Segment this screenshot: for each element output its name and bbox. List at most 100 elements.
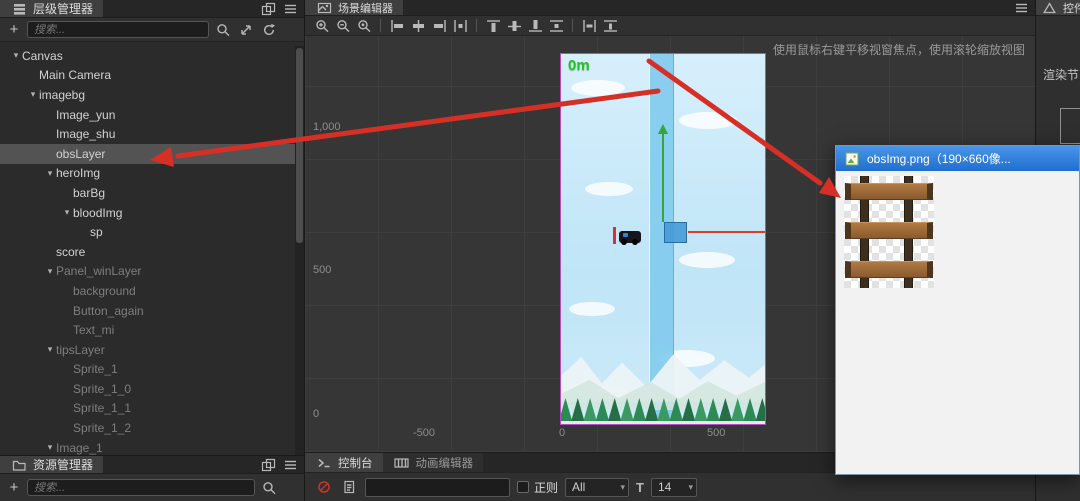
- zoom-in-icon[interactable]: [313, 18, 331, 34]
- refresh-icon[interactable]: [260, 22, 278, 38]
- render-node-label: 渲染节: [1043, 68, 1080, 82]
- cloud-sprite: [585, 182, 633, 196]
- hierarchy-search-input[interactable]: [27, 21, 209, 38]
- assets-header-icons: [259, 456, 304, 473]
- tree-item-tipslayer[interactable]: ▾ tipsLayer: [0, 340, 295, 360]
- trees-layer: [561, 392, 765, 424]
- scrollbar-thumb[interactable]: [296, 48, 303, 243]
- distribute-h-icon[interactable]: [451, 18, 469, 34]
- stretch-v-icon[interactable]: [601, 18, 619, 34]
- zoom-reset-icon[interactable]: [355, 18, 373, 34]
- tree-item-panel-winlayer[interactable]: ▾ Panel_winLayer: [0, 262, 295, 282]
- tab-console[interactable]: 控制台: [305, 453, 383, 472]
- tree-expand-arrow[interactable]: ▾: [44, 442, 56, 453]
- tree-item-label: Text_mi: [73, 323, 115, 338]
- font-size-select[interactable]: 14 ▾: [650, 477, 697, 497]
- tree-item-sprite-1-0[interactable]: Sprite_1_0: [0, 379, 295, 399]
- assets-search-input[interactable]: [27, 479, 255, 496]
- chevron-down-icon: ▾: [688, 481, 693, 492]
- align-center-h-icon[interactable]: [409, 18, 427, 34]
- panel-menu-icon[interactable]: [281, 457, 299, 473]
- ruler-label-y: 1,000: [313, 121, 341, 133]
- tree-item-main-camera[interactable]: Main Camera: [0, 66, 295, 86]
- transparency-checker: [844, 176, 934, 288]
- align-right-icon[interactable]: [430, 18, 448, 34]
- stretch-h-icon[interactable]: [580, 18, 598, 34]
- popout-icon[interactable]: [259, 1, 277, 17]
- cloud-sprite: [679, 252, 735, 268]
- font-size-icon[interactable]: T: [636, 480, 644, 495]
- tree-item-text-mi[interactable]: Text_mi: [0, 320, 295, 340]
- tree-item-label: Panel_winLayer: [56, 264, 142, 279]
- popup-titlebar[interactable]: obsImg.png（190×660像...: [836, 146, 1079, 171]
- align-middle-icon[interactable]: [505, 18, 523, 34]
- gizmo-y-axis[interactable]: [662, 134, 664, 222]
- add-node-button[interactable]: +: [6, 21, 22, 39]
- tree-item-barbg[interactable]: barBg: [0, 183, 295, 203]
- log-level-select[interactable]: All ▾: [565, 477, 630, 497]
- tree-item-label: Sprite_1_0: [73, 381, 132, 396]
- scene-toolbar: [305, 16, 1035, 36]
- tree-item-obslayer[interactable]: obsLayer: [0, 143, 295, 164]
- tree-expand-arrow[interactable]: ▾: [61, 207, 73, 218]
- selected-obstacle-box[interactable]: [664, 222, 687, 243]
- tab-widget[interactable]: 控件: [1036, 0, 1080, 15]
- tree-expand-arrow[interactable]: ▾: [44, 266, 56, 277]
- hierarchy-scrollbar[interactable]: [295, 46, 304, 455]
- hero-wheel: [621, 239, 627, 245]
- tree-item-heroimg[interactable]: ▾ heroImg: [0, 164, 295, 184]
- tree-expand-arrow[interactable]: ▾: [27, 89, 39, 100]
- ruler-label-x: -500: [413, 427, 436, 439]
- tree-item-image-1[interactable]: ▾ Image_1: [0, 438, 295, 455]
- tree-item-sprite-1-2[interactable]: Sprite_1_2: [0, 418, 295, 438]
- hierarchy-tree: ▾ Canvas Main Camera ▾ imagebg Image_yun Image…: [0, 46, 295, 455]
- scene-header-icons: [1012, 0, 1035, 15]
- gizmo-x-axis[interactable]: [688, 231, 765, 233]
- clear-console-icon[interactable]: [315, 479, 333, 495]
- search-icon[interactable]: [214, 22, 232, 38]
- popout-icon[interactable]: [259, 457, 277, 473]
- tree-expand-arrow[interactable]: ▾: [44, 344, 56, 355]
- distribute-v-icon[interactable]: [547, 18, 565, 34]
- tree-expand-arrow[interactable]: ▾: [44, 168, 56, 179]
- tree-item-label: Sprite_1: [73, 362, 118, 377]
- regex-checkbox[interactable]: [517, 481, 529, 493]
- hierarchy-tabstrip: 层级管理器: [0, 0, 304, 18]
- tree-item-score[interactable]: score: [0, 242, 295, 262]
- expand-all-icon[interactable]: [237, 22, 255, 38]
- align-bottom-icon[interactable]: [526, 18, 544, 34]
- panel-menu-icon[interactable]: [281, 1, 299, 17]
- tree-item-imagebg[interactable]: ▾ imagebg: [0, 85, 295, 105]
- align-top-icon[interactable]: [484, 18, 502, 34]
- tree-item-sprite-1[interactable]: Sprite_1: [0, 360, 295, 380]
- hero-marker: [613, 227, 616, 244]
- tab-scene-editor[interactable]: 场景编辑器: [305, 0, 403, 15]
- tree-item-label: barBg: [73, 185, 106, 200]
- hierarchy-header-icons: [259, 0, 304, 17]
- panel-menu-icon[interactable]: [1012, 0, 1030, 16]
- tree-item-image-yun[interactable]: Image_yun: [0, 105, 295, 125]
- tree-item-sprite-1-1[interactable]: Sprite_1_1: [0, 399, 295, 419]
- log-file-icon[interactable]: [340, 479, 358, 495]
- image-preview-window[interactable]: obsImg.png（190×660像...: [835, 145, 1080, 475]
- console-filter-input[interactable]: [365, 477, 510, 497]
- tree-item-background[interactable]: background: [0, 281, 295, 301]
- hero-sprite[interactable]: [619, 231, 641, 245]
- film-icon: [393, 455, 411, 471]
- tab-assets[interactable]: 资源管理器: [0, 456, 104, 473]
- layers-icon: [10, 1, 28, 17]
- tree-item-button-again[interactable]: Button_again: [0, 301, 295, 321]
- tree-item-bloodimg[interactable]: ▾ bloodImg: [0, 203, 295, 223]
- tree-item-image-shu[interactable]: Image_shu: [0, 124, 295, 144]
- zoom-out-icon[interactable]: [334, 18, 352, 34]
- tab-hierarchy[interactable]: 层级管理器: [0, 0, 104, 17]
- tree-item-canvas[interactable]: ▾ Canvas: [0, 46, 295, 66]
- ruler-label-y: 0: [313, 408, 320, 420]
- tree-item-label: Button_again: [73, 303, 144, 318]
- tree-item-sp[interactable]: sp: [0, 222, 295, 242]
- tree-expand-arrow[interactable]: ▾: [10, 50, 22, 61]
- add-asset-button[interactable]: +: [6, 479, 22, 497]
- align-left-icon[interactable]: [388, 18, 406, 34]
- search-icon[interactable]: [260, 480, 278, 496]
- tab-animation-editor[interactable]: 动画编辑器: [382, 453, 483, 472]
